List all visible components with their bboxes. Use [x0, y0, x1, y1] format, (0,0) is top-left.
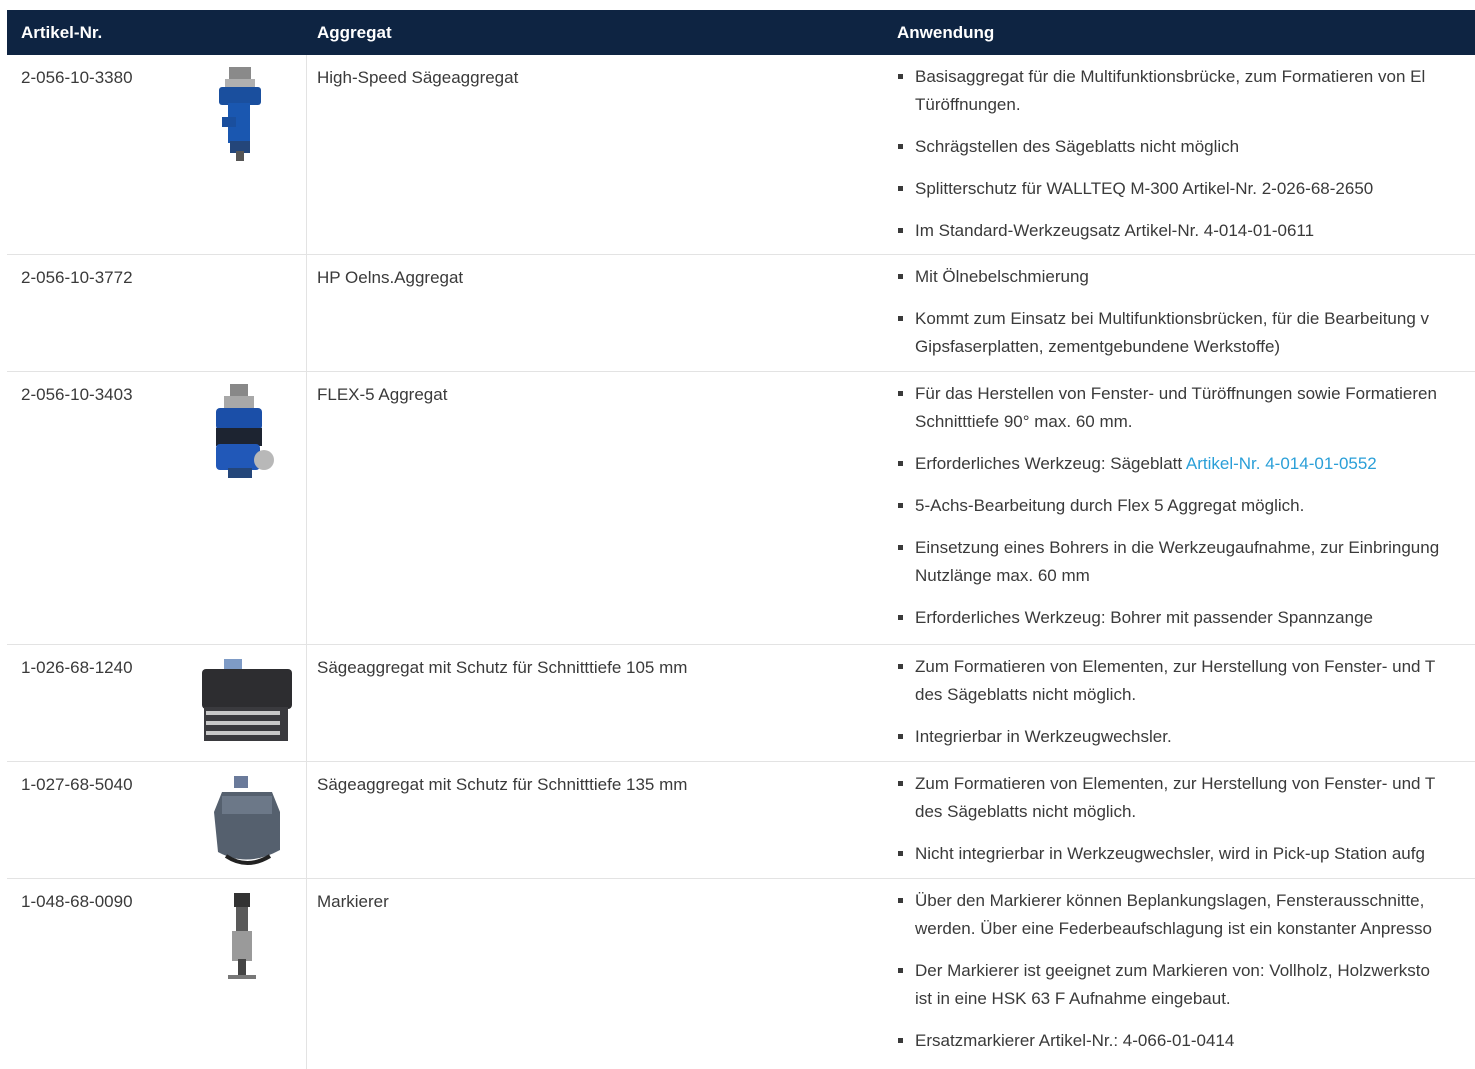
column-divider	[306, 762, 307, 878]
saw-unit-135-icon	[192, 772, 302, 878]
aggregat-name: High-Speed Sägeaggregat	[317, 68, 519, 87]
header-anwendung: Anwendung	[897, 23, 995, 42]
table-row: 1-026-68-1240 Sägeaggregat mit Schutz fü…	[7, 645, 1475, 762]
aggregat-name: FLEX-5 Aggregat	[317, 385, 448, 404]
list-item: Nicht integrierbar in Werkzeugwechsler, …	[897, 840, 1435, 868]
list-item: Über den Markierer können Beplankungslag…	[897, 887, 1432, 943]
anwendung-list: Basisaggregat für die Multifunktionsbrüc…	[897, 63, 1425, 254]
high-speed-saw-unit-icon	[192, 65, 302, 175]
list-item: Splitterschutz für WALLTEQ M-300 Artikel…	[897, 175, 1425, 203]
list-item: Ersatzmarkierer Artikel-Nr.: 4-066-01-04…	[897, 1027, 1432, 1055]
column-divider	[306, 879, 307, 1069]
table-row: 1-027-68-5040 Sägeaggregat mit Schutz fü…	[7, 762, 1475, 879]
list-item: Für das Herstellen von Fenster- und Türö…	[897, 380, 1439, 436]
anwendung-list: Mit Ölnebelschmierung Kommt zum Einsatz …	[897, 263, 1429, 371]
table-row: 2-056-10-3403 FLEX-5 Aggregat Für das He…	[7, 372, 1475, 645]
aggregat-name: HP Oelns.Aggregat	[317, 268, 464, 287]
list-item: Im Standard-Werkzeugsatz Artikel-Nr. 4-0…	[897, 217, 1425, 245]
list-item: Der Markierer ist geeignet zum Markieren…	[897, 957, 1432, 1013]
column-divider	[306, 645, 307, 761]
list-item: Basisaggregat für die Multifunktionsbrüc…	[897, 63, 1425, 119]
artikel-nr: 1-048-68-0090	[21, 892, 133, 911]
list-item: Erforderliches Werkzeug: Sägeblatt Artik…	[897, 450, 1439, 478]
marker-unit-icon	[192, 889, 302, 999]
artikel-nr: 1-027-68-5040	[21, 775, 133, 794]
table-header: Artikel-Nr. Aggregat Anwendung	[7, 10, 1475, 55]
artikel-nr: 1-026-68-1240	[21, 658, 133, 677]
column-divider	[306, 372, 307, 644]
list-item: 5-Achs-Bearbeitung durch Flex 5 Aggregat…	[897, 492, 1439, 520]
list-item: Zum Formatieren von Elementen, zur Herst…	[897, 770, 1435, 826]
anwendung-list: Zum Formatieren von Elementen, zur Herst…	[897, 653, 1435, 761]
column-divider	[306, 255, 307, 371]
list-item: Mit Ölnebelschmierung	[897, 263, 1429, 291]
aggregat-name: Sägeaggregat mit Schutz für Schnitttiefe…	[317, 775, 688, 794]
saw-unit-105-icon	[192, 655, 302, 761]
header-aggregat: Aggregat	[317, 23, 392, 42]
table-row: 1-048-68-0090 Markierer Über den Markier…	[7, 879, 1475, 1069]
header-artikel-nr: Artikel-Nr.	[21, 23, 103, 42]
anwendung-list: Für das Herstellen von Fenster- und Türö…	[897, 380, 1439, 644]
list-item: Integrierbar in Werkzeugwechsler.	[897, 723, 1435, 751]
list-item: Erforderliches Werkzeug: Bohrer mit pass…	[897, 604, 1439, 632]
artikel-link[interactable]: Artikel-Nr. 4-014-01-0552	[1186, 454, 1377, 473]
list-item: Zum Formatieren von Elementen, zur Herst…	[897, 653, 1435, 709]
flex5-unit-icon	[192, 382, 302, 492]
column-divider	[306, 55, 307, 254]
table-row: 2-056-10-3772 HP Oelns.Aggregat Mit Ölne…	[7, 255, 1475, 372]
product-table: Artikel-Nr. Aggregat Anwendung 2-056-10-…	[7, 10, 1475, 1069]
list-item: Schrägstellen des Sägeblatts nicht mögli…	[897, 133, 1425, 161]
artikel-nr: 2-056-10-3380	[21, 68, 133, 87]
list-item: Einsetzung eines Bohrers in die Werkzeug…	[897, 534, 1439, 590]
aggregat-name: Markierer	[317, 892, 389, 911]
artikel-nr: 2-056-10-3772	[21, 268, 133, 287]
artikel-nr: 2-056-10-3403	[21, 385, 133, 404]
list-item: Kommt zum Einsatz bei Multifunktionsbrüc…	[897, 305, 1429, 361]
aggregat-name: Sägeaggregat mit Schutz für Schnitttiefe…	[317, 658, 688, 677]
anwendung-list: Über den Markierer können Beplankungslag…	[897, 887, 1432, 1069]
table-row: 2-056-10-3380 High-Speed Sägeaggregat Ba…	[7, 55, 1475, 255]
anwendung-list: Zum Formatieren von Elementen, zur Herst…	[897, 770, 1435, 878]
